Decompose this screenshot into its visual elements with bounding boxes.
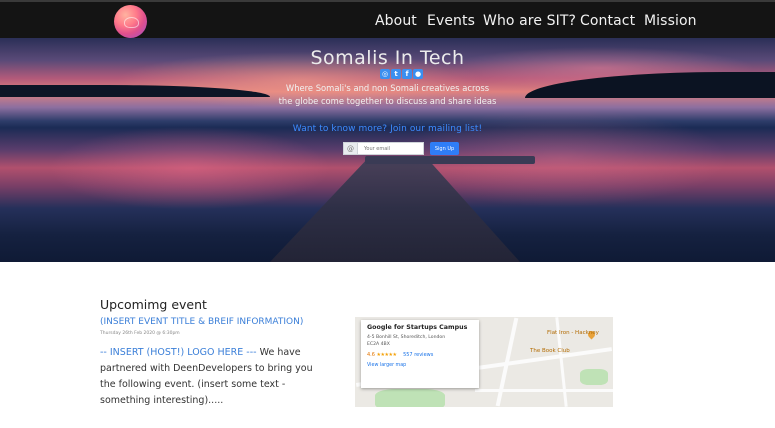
event-description: -- INSERT (HOST!) LOGO HERE --- We have … (100, 345, 315, 409)
event-date: Thursday 26th Feb 2020 @ 6:30pm (100, 331, 180, 336)
navbar: About Events Who are SIT? Contact Missio… (0, 0, 775, 38)
nav-link-contact[interactable]: Contact (580, 13, 635, 29)
tagline: Where Somali's and non Somali creatives … (0, 82, 775, 108)
instagram-icon[interactable]: ◎ (380, 69, 390, 79)
event-heading: Upcomimg event (100, 297, 207, 312)
map-address-line-2: EC2A 4BX (367, 342, 390, 347)
tagline-line-2: the globe come together to discuss and s… (278, 96, 497, 106)
nav-link-who-are-sit[interactable]: Who are SIT? (483, 13, 576, 29)
view-larger-map-link[interactable]: View larger map (367, 363, 473, 368)
map-park (580, 369, 608, 385)
map-rating-value: 4.6 (367, 352, 375, 358)
dock-end (365, 156, 535, 164)
embedded-map[interactable]: Flat Iron - Hackney The Book Club Google… (355, 317, 613, 407)
nav-link-mission[interactable]: Mission (644, 13, 697, 29)
signup-button[interactable]: Sign Up (430, 142, 459, 155)
email-input[interactable] (357, 142, 424, 155)
facebook-icon[interactable]: f (402, 69, 412, 79)
social-links: ◎ t f ● (380, 69, 423, 80)
tagline-line-1: Where Somali's and non Somali creatives … (285, 83, 490, 93)
twitter-icon[interactable]: t (391, 69, 401, 79)
rating-stars-icon: ★★★★★ (376, 352, 397, 358)
map-rating: 4.6 ★★★★★ 557 reviews (367, 352, 473, 358)
github-icon[interactable]: ● (413, 69, 423, 79)
event-host-logo-placeholder: -- INSERT (HOST!) LOGO HERE --- (100, 347, 257, 358)
map-place-card: Google for Startups Campus 4-5 Bonhill S… (361, 320, 479, 388)
hero-banner: Somalis In Tech ◎ t f ● Where Somali's a… (0, 38, 775, 262)
site-logo[interactable] (114, 5, 147, 38)
map-label-flat-iron: Flat Iron - Hackney (547, 330, 599, 336)
map-label-book-club: The Book Club (530, 348, 570, 354)
map-park (375, 389, 445, 407)
signup-form: @ Sign Up (343, 142, 459, 155)
at-icon: @ (343, 142, 357, 155)
nav-link-events[interactable]: Events (427, 13, 475, 29)
map-place-name: Google for Startups Campus (367, 324, 468, 331)
mailing-list-prompt: Want to know more? Join our mailing list… (292, 124, 483, 134)
map-address-line-1: 4-5 Bonhill St, Shoreditch, London (367, 335, 446, 340)
map-road (475, 389, 613, 392)
site-title: Somalis In Tech (310, 47, 465, 69)
event-title-info: (INSERT EVENT TITLE & BREIF INFORMATION) (100, 317, 304, 327)
nav-link-about[interactable]: About (375, 13, 417, 29)
map-reviews-link[interactable]: 557 reviews (403, 352, 433, 358)
map-place-address: 4-5 Bonhill St, Shoreditch, London EC2A … (367, 334, 473, 348)
